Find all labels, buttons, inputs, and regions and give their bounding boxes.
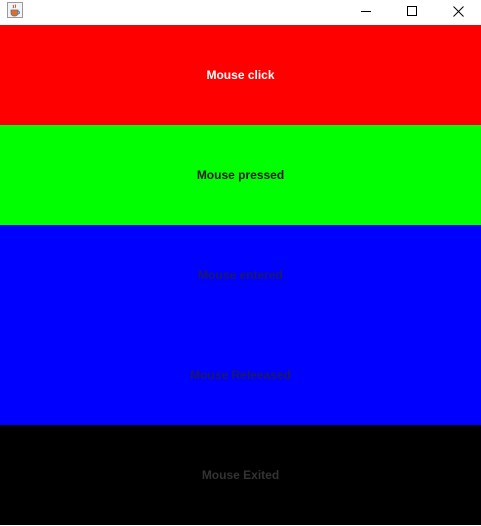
java-cup-icon (7, 2, 23, 18)
panel-label: Mouse Releeased (190, 368, 291, 382)
title-bar[interactable] (0, 0, 481, 25)
content-pane: Mouse click Mouse pressed Mouse entered … (0, 25, 481, 525)
app-window: Mouse click Mouse pressed Mouse entered … (0, 0, 481, 526)
panel-label: Mouse pressed (196, 168, 285, 182)
close-button[interactable] (435, 0, 481, 22)
panel-mouse-entered[interactable]: Mouse entered (0, 225, 481, 325)
panel-label: Mouse Exited (201, 468, 280, 482)
panel-mouse-exited[interactable]: Mouse Exited (0, 425, 481, 525)
panel-mouse-released[interactable]: Mouse Releeased (0, 325, 481, 425)
panel-label: Mouse click (206, 68, 275, 82)
panel-mouse-click[interactable]: Mouse click (0, 25, 481, 125)
panel-mouse-pressed[interactable]: Mouse pressed (0, 125, 481, 225)
maximize-button[interactable] (389, 0, 435, 22)
close-icon (452, 5, 464, 17)
minimize-button[interactable] (343, 0, 389, 22)
panel-label: Mouse entered (198, 268, 283, 282)
maximize-icon (407, 6, 417, 16)
minimize-icon (361, 11, 371, 12)
